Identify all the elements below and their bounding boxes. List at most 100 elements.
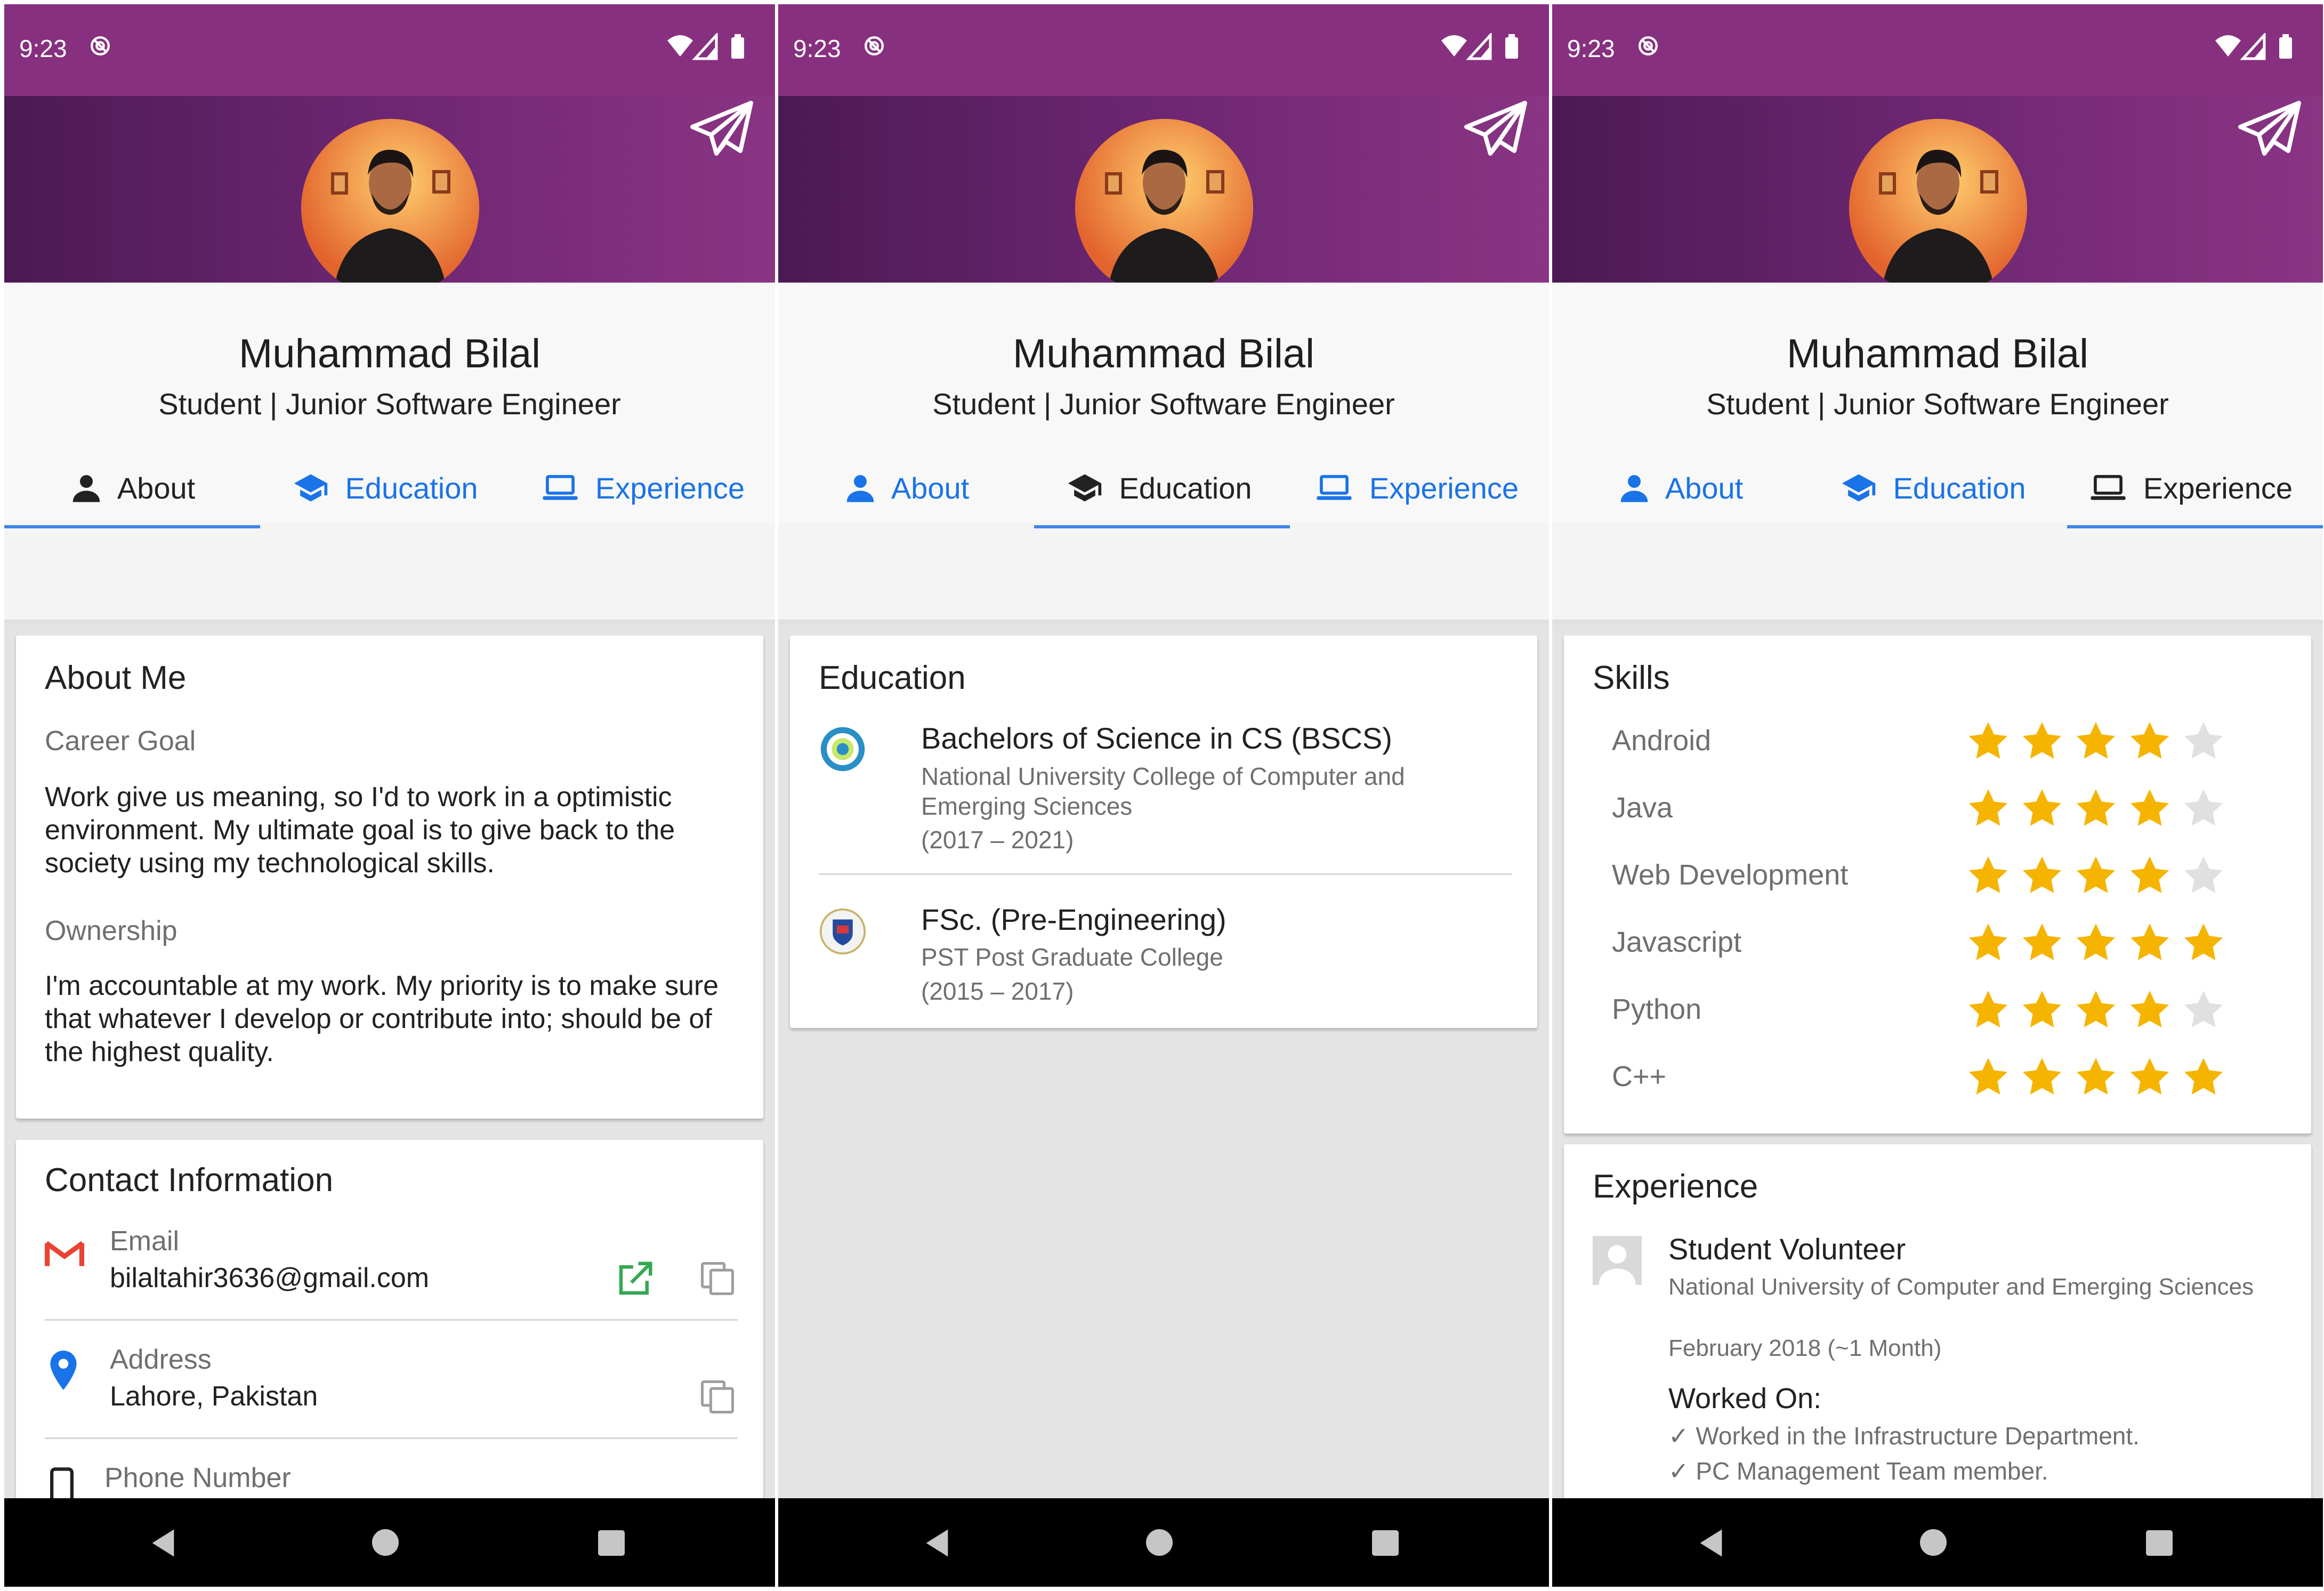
send-message-icon[interactable] xyxy=(1464,100,1528,159)
back-icon[interactable] xyxy=(149,1528,177,1558)
active-tab-indicator xyxy=(4,525,260,528)
institute-name: National University College of Computer … xyxy=(921,762,1405,820)
tab-education[interactable]: Education xyxy=(1808,459,2056,517)
education-years: (2017 – 2021) xyxy=(921,826,1074,854)
back-icon[interactable] xyxy=(1697,1528,1725,1558)
star-empty-icon xyxy=(2180,786,2227,831)
star-filled-icon xyxy=(2126,1055,2173,1099)
section-divider xyxy=(1552,620,2323,625)
ownership-label: Ownership xyxy=(45,915,177,946)
avatar xyxy=(1075,119,1253,297)
recents-icon[interactable] xyxy=(1372,1530,1399,1556)
wifi-signal-battery-icon xyxy=(2213,33,2309,61)
person-icon xyxy=(69,471,103,505)
send-message-icon[interactable] xyxy=(690,100,754,159)
star-filled-icon xyxy=(1965,920,2012,965)
college-logo-icon xyxy=(819,908,866,955)
star-filled-icon xyxy=(2126,786,2173,831)
about-me-card: About Me Career Goal Work give us meanin… xyxy=(16,636,763,1119)
address-label: Address xyxy=(110,1344,212,1375)
star-filled-icon xyxy=(2126,987,2173,1032)
profile-header xyxy=(778,96,1549,283)
star-filled-icon xyxy=(2126,920,2173,965)
tab-education-label: Education xyxy=(345,471,478,505)
status-time: 9:23 xyxy=(1567,35,1615,62)
degree-title: Bachelors of Science in CS (BSCS) xyxy=(921,721,1392,755)
star-filled-icon xyxy=(2019,853,2065,898)
skill-name: Web Development xyxy=(1612,859,1849,891)
recents-icon[interactable] xyxy=(598,1530,625,1556)
profile-title: Student | Junior Software Engineer xyxy=(158,387,621,421)
send-message-icon[interactable] xyxy=(2238,100,2302,159)
do-not-disturb-icon xyxy=(1637,35,1659,57)
profile-header xyxy=(4,96,775,283)
phone-screen-education: 9:23 Muhammad Bilal Student | Junior Sof… xyxy=(778,4,1549,1587)
tab-experience[interactable]: Experience xyxy=(509,459,775,517)
star-filled-icon xyxy=(2180,920,2227,965)
active-tab-indicator xyxy=(2067,525,2323,528)
copy-icon[interactable] xyxy=(697,1377,738,1417)
tab-content-experience: Skills Android Java Web Development Javascr… xyxy=(1552,625,2323,1517)
navigation-bar xyxy=(1552,1498,2323,1587)
home-icon[interactable] xyxy=(1920,1529,1947,1556)
profile-summary: Muhammad Bilal Student | Junior Software… xyxy=(778,283,1549,528)
do-not-disturb-icon xyxy=(90,35,111,57)
avatar xyxy=(1849,119,2027,297)
university-logo-icon xyxy=(820,727,865,772)
laptop-icon xyxy=(1313,470,1355,506)
home-icon[interactable] xyxy=(1146,1529,1173,1556)
email-label: Email xyxy=(110,1226,180,1257)
profile-name: Muhammad Bilal xyxy=(239,331,540,376)
graduation-cap-icon xyxy=(290,470,331,506)
phone-screen-experience: 9:23 Muhammad Bilal Student | Junior Sof… xyxy=(1552,4,2323,1587)
star-filled-icon xyxy=(1965,719,2012,764)
skill-name: C++ xyxy=(1612,1060,1667,1092)
star-filled-icon xyxy=(1965,853,2012,898)
degree-title: FSc. (Pre-Engineering) xyxy=(921,903,1226,936)
copy-icon[interactable] xyxy=(697,1258,738,1299)
profile-header xyxy=(1552,96,2323,283)
address-value: Lahore, Pakistan xyxy=(110,1381,318,1412)
contact-information-title: Contact Information xyxy=(45,1162,334,1199)
tab-experience[interactable]: Experience xyxy=(1282,459,1549,517)
navigation-bar xyxy=(778,1498,1549,1587)
education-years: (2015 – 2017) xyxy=(921,977,1074,1005)
contact-divider xyxy=(45,1319,738,1321)
email-value[interactable]: bilaltahir3636@gmail.com xyxy=(110,1261,429,1295)
star-filled-icon xyxy=(2072,719,2119,764)
status-time: 9:23 xyxy=(793,35,841,62)
tab-experience-label: Experience xyxy=(1369,471,1519,505)
status-bar: 9:23 xyxy=(778,4,1549,96)
tab-about[interactable]: About xyxy=(778,459,1034,517)
education-divider xyxy=(819,873,1512,875)
skills-card: Skills Android Java Web Development Javascr… xyxy=(1564,636,2311,1134)
gmail-icon xyxy=(45,1241,84,1266)
tab-education[interactable]: Education xyxy=(1034,459,1282,517)
home-icon[interactable] xyxy=(372,1529,399,1556)
star-filled-icon xyxy=(2072,987,2119,1032)
graduation-cap-icon xyxy=(1838,470,1879,506)
section-divider xyxy=(778,620,1549,625)
tab-about-label: About xyxy=(1665,471,1744,505)
tab-about[interactable]: About xyxy=(4,459,260,517)
tab-about-label: About xyxy=(117,471,196,505)
star-empty-icon xyxy=(2180,719,2227,764)
star-filled-icon xyxy=(2072,1055,2119,1099)
tab-content-education: Education Bachelors of Science in CS (BS… xyxy=(778,625,1549,1498)
skill-name: Python xyxy=(1612,993,1702,1025)
tab-experience[interactable]: Experience xyxy=(2056,459,2323,517)
graduation-cap-icon xyxy=(1064,470,1105,506)
skill-name: Javascript xyxy=(1612,926,1742,958)
tab-about[interactable]: About xyxy=(1552,459,1808,517)
tab-education[interactable]: Education xyxy=(260,459,509,517)
section-divider xyxy=(4,620,775,625)
back-icon[interactable] xyxy=(923,1528,951,1558)
wifi-signal-battery-icon xyxy=(665,33,761,61)
ownership-text: I'm accountable at my work. My priority … xyxy=(45,970,719,1067)
education-card: Education Bachelors of Science in CS (BS… xyxy=(790,636,1537,1028)
education-title: Education xyxy=(819,660,966,696)
experience-title: Experience xyxy=(1593,1168,1758,1205)
open-external-icon[interactable] xyxy=(614,1258,656,1300)
worked-on-label: Worked On: xyxy=(1668,1383,1822,1415)
recents-icon[interactable] xyxy=(2146,1530,2173,1556)
